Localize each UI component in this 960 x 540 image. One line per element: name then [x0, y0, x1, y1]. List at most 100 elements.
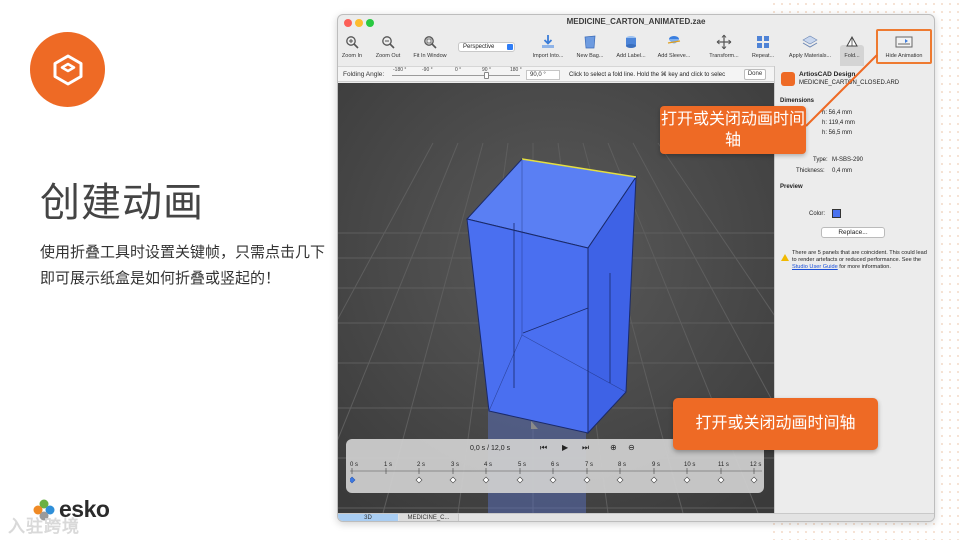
repeat-grid-icon: [757, 35, 769, 48]
carton-model: [466, 158, 637, 435]
artioscad-document-icon: [781, 72, 795, 86]
dimension-row: h: 56,5 mm: [822, 130, 853, 136]
transform-icon: [716, 34, 732, 49]
timeline-ruler[interactable]: 0 s 1 s 2 s 3 s 4 s 5 s 6 s 7 s 8 s 9 s …: [348, 460, 762, 490]
thickness-label: Thickness:: [796, 168, 825, 174]
time-label: 1 s: [384, 462, 392, 468]
apply-materials-button[interactable]: Apply Materials...: [788, 33, 832, 59]
time-label: 5 s: [518, 462, 526, 468]
hide-animation-highlight: [876, 29, 932, 64]
callout-bottom: 打开或关闭动画时间轴: [673, 398, 878, 450]
skip-forward-icon[interactable]: ⏭: [582, 443, 589, 453]
view-tabs-bar: 3D MEDICINE_C...: [338, 513, 934, 521]
callout-top: 打开或关闭动画时间轴: [660, 106, 806, 154]
import-into-button[interactable]: Import Into...: [526, 33, 570, 59]
time-label: 0 s: [350, 462, 358, 468]
warning-text: There are 5 panels that are coincident. …: [792, 250, 927, 264]
studio-user-guide-link[interactable]: Studio User Guide: [792, 264, 838, 270]
folding-angle-slider-knob[interactable]: [484, 72, 489, 79]
zoom-out-label: Zoom Out: [375, 53, 401, 59]
done-button[interactable]: Done: [744, 69, 766, 80]
replace-button[interactable]: Replace...: [821, 227, 885, 238]
skip-back-icon[interactable]: ⏮: [540, 443, 547, 453]
import-icon: [542, 34, 554, 48]
view-mode-select[interactable]: Perspective: [458, 42, 515, 52]
dimension-row: h: 56,4 mm: [822, 110, 853, 116]
zoom-in-label: Zoom In: [341, 53, 363, 59]
fit-window-icon: [424, 35, 437, 49]
slide-title: 创建动画: [40, 180, 204, 226]
type-value: M-SBS-290: [832, 157, 864, 163]
time-label: 4 s: [484, 462, 492, 468]
sleeve-icon: [667, 35, 681, 44]
warning-icon: [781, 254, 789, 261]
fold-label: Fold...: [844, 53, 860, 59]
add-label-button[interactable]: Add Label...: [609, 33, 653, 59]
repeat-button[interactable]: Repeat...: [741, 33, 785, 59]
folding-angle-bar: Folding Angle: -180 ° -90 ° 0 ° 90 ° 180…: [338, 66, 774, 82]
thickness-value: 0,4 mm: [832, 168, 853, 174]
current-time: 0,0 s: [470, 445, 486, 452]
tab-file[interactable]: MEDICINE_C...: [399, 514, 459, 521]
fold-hint-text: Click to select a fold line. Hold the ⌘ …: [569, 72, 726, 78]
folding-angle-input[interactable]: 90,0 °: [526, 70, 560, 80]
esko-logo-badge: [30, 32, 105, 107]
timeline-labels: 0 s 1 s 2 s 3 s 4 s 5 s 6 s 7 s 8 s 9 s …: [350, 462, 761, 468]
cube-icon: [53, 54, 82, 85]
time-label: 6 s: [551, 462, 559, 468]
transform-button[interactable]: Transform...: [702, 33, 746, 59]
add-sleeve-button[interactable]: Add Sleeve...: [652, 33, 696, 59]
view-mode-value: Perspective: [463, 44, 495, 50]
color-swatch[interactable]: [832, 209, 841, 218]
coincident-panels-warning: There are 5 panels that are coincident. …: [792, 250, 932, 272]
folding-angle-slider-track[interactable]: [392, 75, 520, 76]
angle-tick-label: 0 °: [455, 67, 462, 73]
remove-keyframe-icon[interactable]: ⊖: [628, 443, 635, 452]
dimension-row: h: 119,4 mm: [822, 120, 855, 126]
time-label: 3 s: [451, 462, 459, 468]
angle-tick-label: -180 °: [393, 67, 407, 73]
zoom-out-button[interactable]: Zoom Out: [366, 33, 410, 59]
zoom-in-icon: [346, 35, 359, 49]
type-label: Type:: [813, 157, 828, 163]
preview-heading: Preview: [780, 184, 803, 190]
fit-in-window-button[interactable]: Fit In Window: [408, 33, 452, 59]
warning-tail: for more information.: [839, 264, 891, 271]
title-bar: MEDICINE_CARTON_ANIMATED.zae: [338, 15, 934, 30]
repeat-label: Repeat...: [751, 53, 775, 59]
window-title: MEDICINE_CARTON_ANIMATED.zae: [566, 17, 706, 26]
angle-tick-label: 180 °: [510, 67, 522, 73]
transform-label: Transform...: [709, 53, 739, 59]
design-type-label: ArtiosCAD Design: [799, 71, 856, 78]
fold-icon: [846, 35, 858, 46]
color-label: Color:: [809, 211, 826, 217]
time-label: 10 s: [684, 462, 695, 468]
fit-in-window-label: Fit In Window: [413, 53, 447, 59]
time-label: 11 s: [718, 462, 729, 468]
new-bag-button[interactable]: New Bag...: [568, 33, 612, 59]
zoom-out-icon: [382, 35, 395, 49]
import-label: Import Into...: [532, 53, 564, 59]
time-label: 2 s: [417, 462, 425, 468]
toolbar: Zoom In Zoom Out Fit In Window Perspecti…: [338, 30, 934, 78]
new-bag-label: New Bag...: [576, 53, 604, 59]
total-time: 12,0 s: [491, 445, 511, 452]
fold-button[interactable]: Fold...: [830, 33, 874, 59]
play-icon[interactable]: ▶: [562, 443, 568, 452]
dimensions-heading: Dimensions: [780, 98, 815, 104]
label-can-icon: [626, 35, 636, 48]
time-label: 9 s: [652, 462, 660, 468]
time-label: 7 s: [585, 462, 593, 468]
watermark: 入驻跨境: [8, 517, 80, 536]
bag-icon: [584, 35, 596, 48]
folding-angle-label: Folding Angle:: [343, 71, 385, 78]
slide-body-text: 使用折叠工具时设置关键帧，只需点击几下即可展示纸盒是如何折叠或竖起的！: [40, 244, 326, 287]
materials-icon: [802, 35, 818, 48]
time-label: 12 s: [750, 462, 761, 468]
add-keyframe-icon[interactable]: ⊕: [610, 443, 617, 452]
tab-3d[interactable]: 3D: [338, 514, 398, 521]
timeline-scale[interactable]: 0 s 1 s 2 s 3 s 4 s 5 s 6 s 7 s 8 s 9 s …: [348, 460, 762, 490]
keyframes: [348, 476, 758, 484]
add-sleeve-label: Add Sleeve...: [657, 53, 691, 59]
select-arrows-icon: [507, 44, 513, 50]
